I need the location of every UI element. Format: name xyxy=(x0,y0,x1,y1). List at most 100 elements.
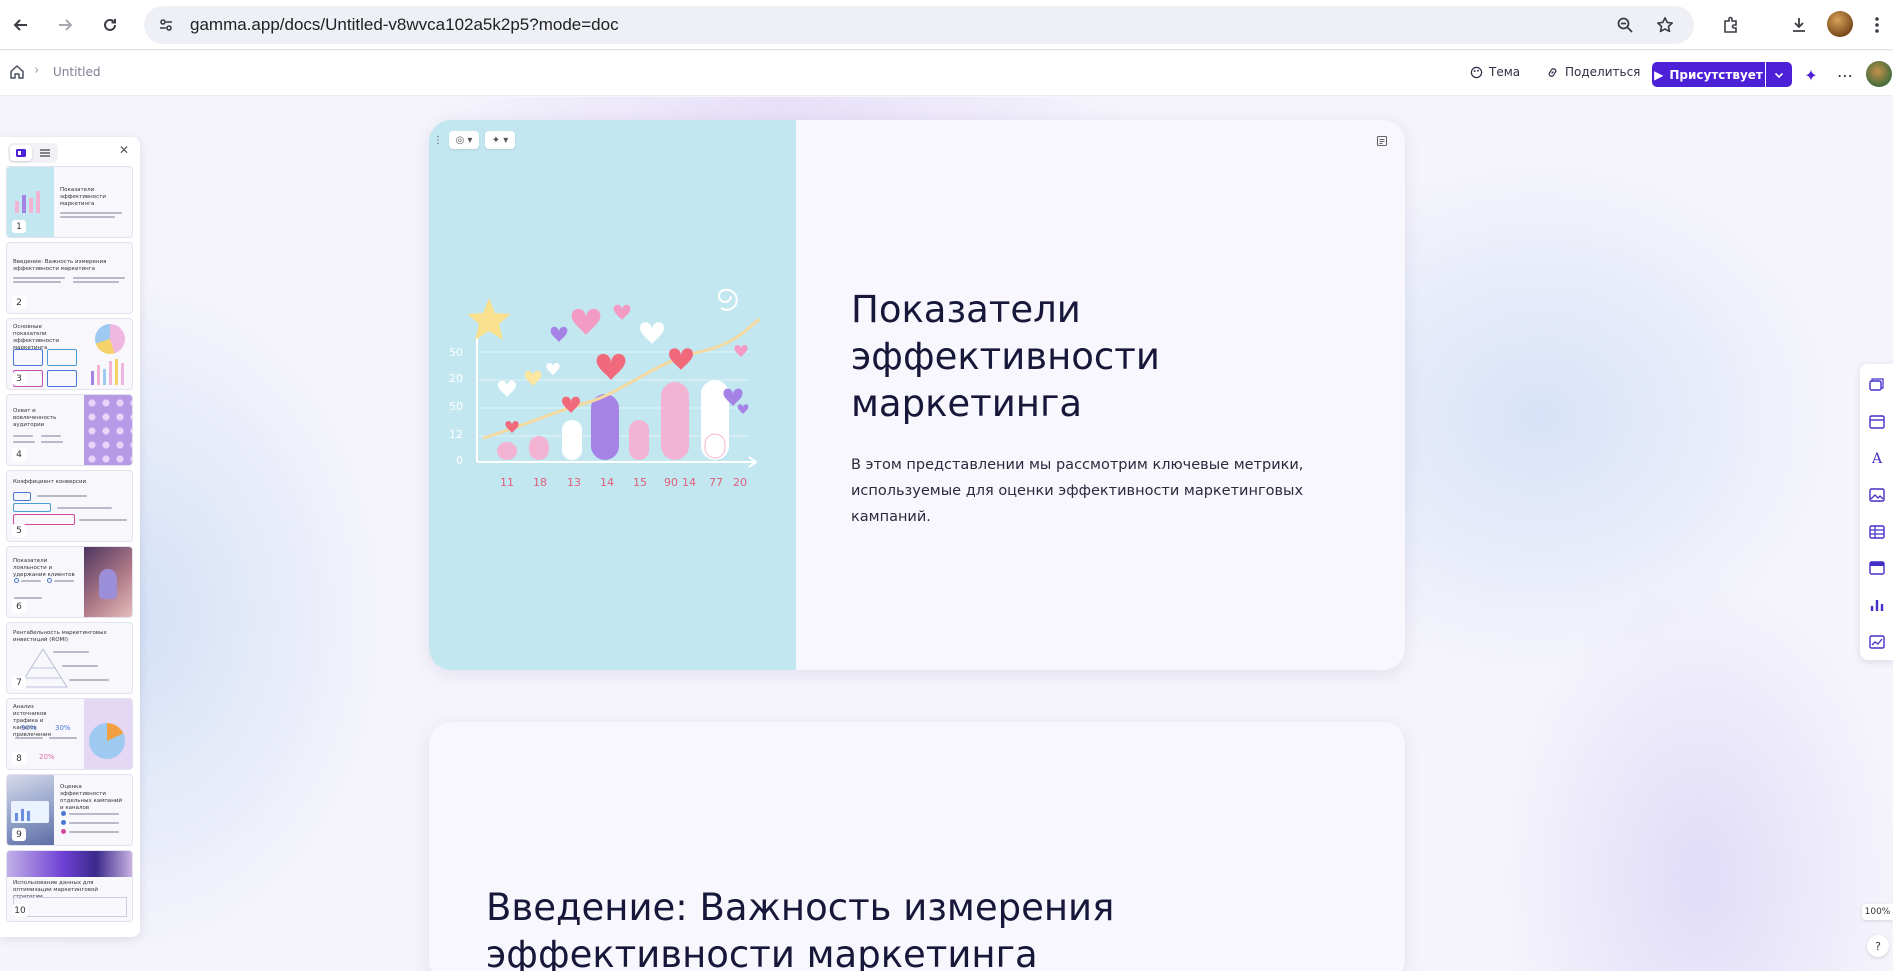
bookmark-star-icon[interactable] xyxy=(1652,12,1678,38)
illus-bar xyxy=(661,382,689,460)
link-icon xyxy=(1548,67,1557,77)
thumb-number: 1 xyxy=(12,220,26,233)
forward-icon[interactable] xyxy=(49,9,81,41)
profile-avatar[interactable] xyxy=(1827,11,1853,37)
site-settings-icon[interactable] xyxy=(150,9,182,41)
illus-x-tick-label: 90 xyxy=(664,476,678,489)
thumb-number: 6 xyxy=(12,600,26,613)
thumb-stat: 20% xyxy=(39,753,55,761)
illus-y-tick-label: 50 xyxy=(449,400,463,413)
play-icon: ▶ xyxy=(1654,67,1664,82)
thumb-title: Анализ источников трафика и каналов прив… xyxy=(13,704,51,738)
card-view-icon[interactable] xyxy=(10,145,32,161)
card-style-icon[interactable]: ◎ ▾ xyxy=(449,131,479,149)
description-line: используемые для оценки эффективности ма… xyxy=(851,483,1304,525)
thumb-title: Основные показатели эффективности маркет… xyxy=(13,324,59,351)
help-icon[interactable]: ? xyxy=(1867,935,1889,957)
line-chart-icon[interactable] xyxy=(1868,633,1886,651)
thumb-number: 8 xyxy=(12,752,26,765)
drag-handle-icon[interactable]: ⋮ xyxy=(433,131,443,149)
title-line: маркетинга xyxy=(851,382,1083,425)
decorative-chart-illustration: 50 20 50 12 0 11 18 13 14 15 90 14 77 20 xyxy=(449,288,761,489)
download-icon[interactable] xyxy=(1785,11,1813,39)
illus-bar xyxy=(529,436,549,460)
speaker-notes-icon[interactable] xyxy=(1373,132,1391,150)
reload-icon[interactable] xyxy=(94,9,126,41)
illus-bar-inner xyxy=(704,433,726,459)
address-bar[interactable]: gamma.app/docs/Untitled-v8wvca102a5k2p5?… xyxy=(144,6,1694,44)
slide-thumbnail-8[interactable]: Анализ источников трафика и каналов прив… xyxy=(6,698,133,770)
more-options-icon[interactable]: ⋯ xyxy=(1834,64,1856,86)
back-icon[interactable] xyxy=(5,9,37,41)
present-button[interactable]: ▶ Присутствует xyxy=(1652,62,1765,87)
slide-title[interactable]: Показатели эффективности маркетинга xyxy=(851,286,1331,427)
thumb-number: 5 xyxy=(12,524,26,537)
bar-chart-icon[interactable] xyxy=(1868,596,1886,614)
zoom-level[interactable]: 100% xyxy=(1862,904,1893,920)
theme-button[interactable]: Тема xyxy=(1470,65,1520,79)
image-icon[interactable] xyxy=(1868,486,1886,504)
thumb-number: 3 xyxy=(12,372,26,385)
thumb-title: Введение: Важность измерения эффективнос… xyxy=(13,259,107,272)
description-line: В этом представлении мы рассмотрим ключе… xyxy=(851,457,1304,473)
app-toolbar: › Untitled Тема Поделиться xyxy=(0,51,1893,96)
panel-view-toggle xyxy=(8,143,58,163)
slide-thumbnail-9[interactable]: Оценка эффективности отдельных кампаний … xyxy=(6,774,133,846)
illus-x-tick-label: 11 xyxy=(500,476,514,489)
slide-thumbnail-3[interactable]: Основные показатели эффективности маркет… xyxy=(6,318,133,390)
zoom-icon[interactable] xyxy=(1612,12,1638,38)
illus-heart xyxy=(640,322,664,344)
browser-menu-icon[interactable] xyxy=(1863,11,1891,39)
illus-heart xyxy=(613,304,631,320)
illus-x-tick-label: 20 xyxy=(733,476,747,489)
url-text[interactable]: gamma.app/docs/Untitled-v8wvca102a5k2p5?… xyxy=(190,15,619,35)
home-icon[interactable] xyxy=(9,64,27,82)
title-line: Введение: Важность измерения xyxy=(486,886,1115,929)
illus-y-tick-label: 20 xyxy=(449,372,463,385)
embed-icon[interactable] xyxy=(1868,559,1886,577)
slide-thumbnail-1[interactable]: Показатели эффективности маркетинга 1 xyxy=(6,166,133,238)
ai-edit-icon[interactable]: ✦ ▾ xyxy=(485,131,515,149)
slide-thumbnail-7[interactable]: Рентабельность маркетинговых инвестиций … xyxy=(6,622,133,694)
user-avatar[interactable] xyxy=(1866,61,1892,87)
illus-bar xyxy=(591,394,619,460)
slide-thumbnail-6[interactable]: Показатели лояльности и удержания клиент… xyxy=(6,546,133,618)
illus-bar xyxy=(629,420,649,460)
slide-thumbnail-5[interactable]: Коэффициент конверсии 5 xyxy=(6,470,133,542)
slide-thumbnail-2[interactable]: Введение: Важность измерения эффективнос… xyxy=(6,242,133,314)
illus-x-tick-label: 14 xyxy=(600,476,614,489)
text-style-icon[interactable]: A xyxy=(1868,450,1886,468)
table-icon[interactable] xyxy=(1868,523,1886,541)
thumb-number: 9 xyxy=(12,828,26,841)
slide-description[interactable]: В этом представлении мы рассмотрим ключе… xyxy=(851,452,1371,530)
slide-thumbnail-10[interactable]: Использование данных для оптимизации мар… xyxy=(6,850,133,922)
slide-thumbnail-4[interactable]: Охват и вовлеченность аудитории 4 xyxy=(6,394,133,466)
ai-sparkle-icon[interactable]: ✦ xyxy=(1800,64,1822,86)
share-button[interactable]: Поделиться xyxy=(1546,65,1640,79)
list-view-icon[interactable] xyxy=(35,145,57,161)
add-card-icon[interactable] xyxy=(1868,376,1886,394)
thumb-number: 2 xyxy=(12,296,26,309)
illus-heart xyxy=(524,370,542,386)
close-icon[interactable]: ✕ xyxy=(116,142,132,158)
slide-thumbnails-panel: ✕ Показатели эффективности маркетинга 1 … xyxy=(0,137,140,937)
layout-icon[interactable] xyxy=(1868,413,1886,431)
illus-star xyxy=(467,298,511,340)
illus-heart xyxy=(596,353,626,380)
illus-bar xyxy=(497,442,517,460)
illus-x-tick-label: 15 xyxy=(633,476,647,489)
extensions-icon[interactable] xyxy=(1717,11,1745,39)
theme-label: Тема xyxy=(1489,65,1521,79)
present-label: Присутствует xyxy=(1669,67,1763,82)
insert-tools-rail: A xyxy=(1860,364,1893,660)
breadcrumb-doc-title[interactable]: Untitled xyxy=(53,65,100,79)
illus-x-tick-label: 77 xyxy=(709,476,723,489)
thumb-title: Показатели лояльности и удержания клиент… xyxy=(13,558,75,578)
present-options-chevron-icon[interactable] xyxy=(1766,62,1792,87)
thumb-number: 10 xyxy=(12,904,28,917)
illus-heart xyxy=(571,308,601,335)
illus-bar xyxy=(562,420,582,460)
slide-2-title[interactable]: Введение: Важность измерения эффективнос… xyxy=(486,884,1286,971)
thumb-number: 7 xyxy=(12,676,26,689)
illus-swirl xyxy=(718,288,738,311)
